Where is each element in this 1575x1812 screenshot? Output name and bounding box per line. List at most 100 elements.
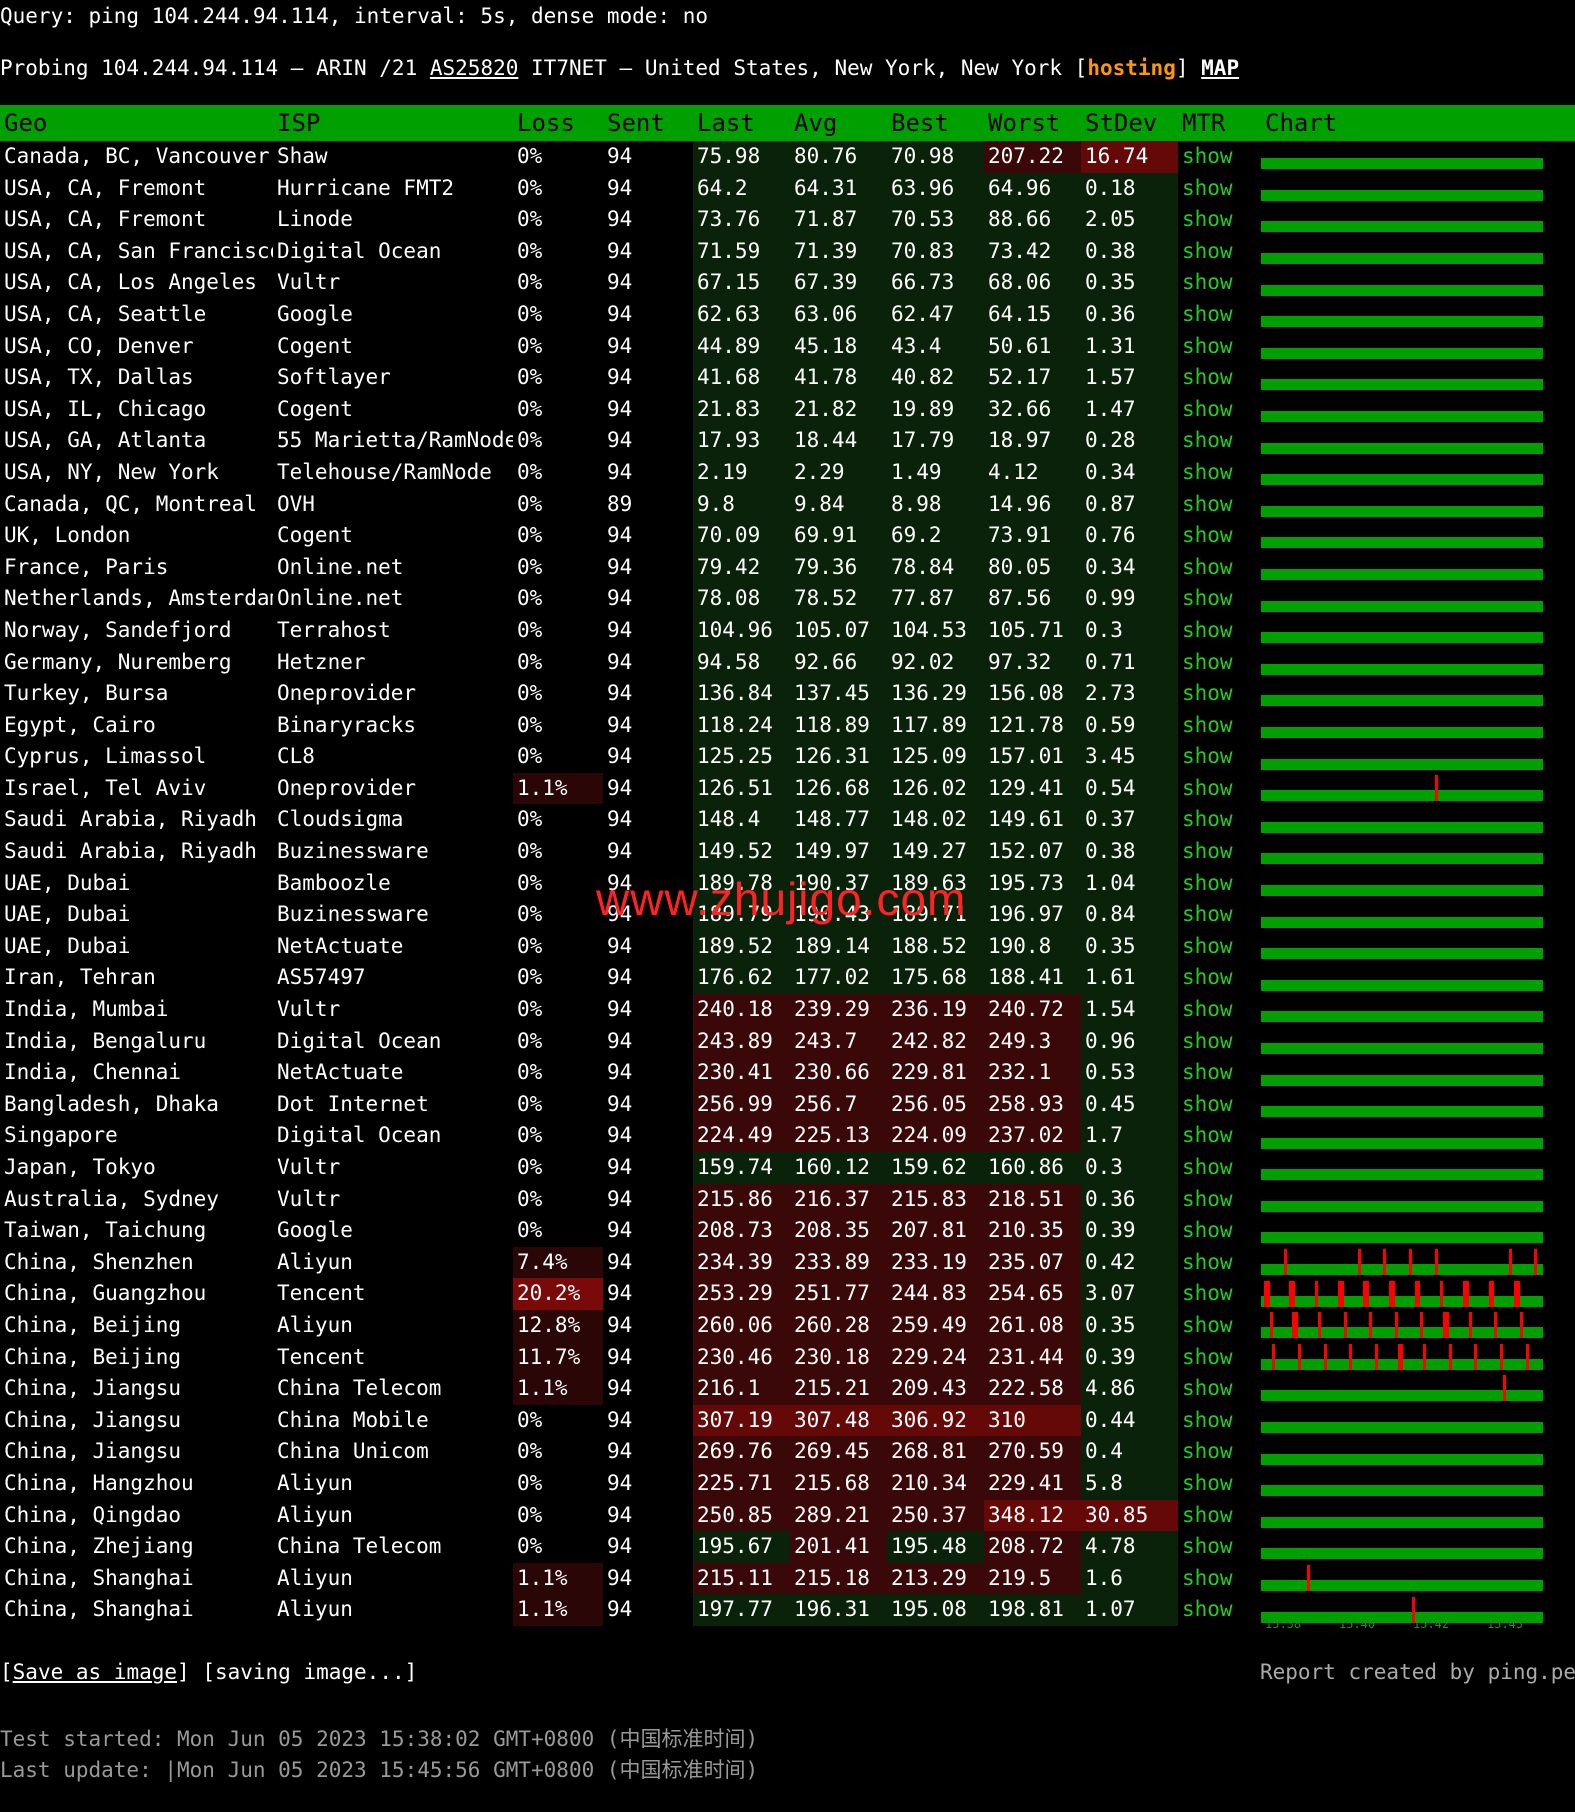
mtr-show-link[interactable]: show — [1182, 492, 1233, 516]
mtr-show-link[interactable]: show — [1182, 460, 1233, 484]
packet-loss-mark — [1341, 1280, 1344, 1307]
mtr-show-link[interactable]: show — [1182, 365, 1233, 389]
cell-stdev: 0.36 — [1081, 1183, 1178, 1216]
cell-avg: 289.21 — [790, 1499, 887, 1532]
mtr-show-link[interactable]: show — [1182, 902, 1233, 926]
mtr-show-link[interactable]: show — [1182, 428, 1233, 452]
cell-stdev: 0.3 — [1081, 1152, 1178, 1184]
cell-avg: 67.39 — [790, 267, 887, 299]
cell-geo: France, Paris — [4, 554, 169, 579]
latency-sparkline — [1261, 1137, 1543, 1149]
mtr-show-link[interactable]: show — [1182, 681, 1233, 705]
latency-sparkline — [1261, 537, 1543, 549]
cell-sent: 94 — [607, 1534, 633, 1559]
mtr-show-link[interactable]: show — [1182, 871, 1233, 895]
cell-chart — [1261, 1120, 1575, 1152]
cell-geo: China, Zhejiang — [4, 1534, 194, 1559]
mtr-show-link[interactable]: show — [1182, 1313, 1233, 1337]
map-link[interactable]: MAP — [1201, 56, 1239, 80]
cell-sent: 94 — [607, 1123, 633, 1148]
mtr-show-link[interactable]: show — [1182, 555, 1233, 579]
mtr-show-link[interactable]: show — [1182, 334, 1233, 358]
mtr-show-link[interactable]: show — [1182, 1187, 1233, 1211]
cell-mtr: show — [1178, 1531, 1261, 1563]
header-best: Best — [887, 105, 984, 141]
mtr-show-link[interactable]: show — [1182, 1250, 1233, 1274]
mtr-show-link[interactable]: show — [1182, 1534, 1233, 1558]
mtr-show-link[interactable]: show — [1182, 1155, 1233, 1179]
cell-worst: 88.66 — [984, 204, 1081, 236]
mtr-show-link[interactable]: show — [1182, 397, 1233, 421]
mtr-show-link[interactable]: show — [1182, 839, 1233, 863]
mtr-show-link[interactable]: show — [1182, 1060, 1233, 1084]
mtr-show-link[interactable]: show — [1182, 302, 1233, 326]
cell-geo: Singapore — [4, 1123, 118, 1148]
mtr-show-link[interactable]: show — [1182, 176, 1233, 200]
latency-sparkline — [1261, 1453, 1543, 1465]
mtr-show-link[interactable]: show — [1182, 618, 1233, 642]
cell-sent: 94 — [607, 1218, 633, 1243]
latency-sparkline — [1261, 758, 1543, 770]
mtr-show-link[interactable]: show — [1182, 1439, 1233, 1463]
mtr-show-link[interactable]: show — [1182, 934, 1233, 958]
mtr-show-link[interactable]: show — [1182, 1281, 1233, 1305]
cell-geo: UAE, Dubai — [4, 870, 131, 895]
mtr-show-link[interactable]: show — [1182, 523, 1233, 547]
table-row: USA, CA, San Francisco Digital Ocean 0% 94 7… — [0, 235, 1575, 268]
results-table: Geo ISP Loss Sent Last Avg Best Worst St… — [0, 105, 1575, 1626]
table-row: China, Hangzhou Aliyun 0% 94 225.71 215.68 210… — [0, 1467, 1575, 1500]
cell-worst: 235.07 — [984, 1246, 1081, 1279]
mtr-show-link[interactable]: show — [1182, 1597, 1233, 1621]
mtr-show-link[interactable]: show — [1182, 1471, 1233, 1495]
mtr-show-link[interactable]: show — [1182, 713, 1233, 737]
cell-loss: 0% — [517, 523, 543, 548]
mtr-show-link[interactable]: show — [1182, 1408, 1233, 1432]
cell-sent: 94 — [607, 712, 633, 737]
table-row: USA, CA, Fremont Hurricane FMT2 0% 94 64.2 64… — [0, 172, 1575, 205]
cell-last: 70.09 — [693, 520, 790, 552]
cell-last: 125.25 — [693, 741, 790, 773]
table-row: China, Shenzhen Aliyun 7.4% 94 234.39 233.89 2… — [0, 1246, 1575, 1279]
mtr-show-link[interactable]: show — [1182, 239, 1233, 263]
mtr-show-link[interactable]: show — [1182, 144, 1233, 168]
cell-chart — [1261, 1215, 1575, 1247]
mtr-show-link[interactable]: show — [1182, 1503, 1233, 1527]
cell-worst: 64.96 — [984, 172, 1081, 205]
mtr-show-link[interactable]: show — [1182, 650, 1233, 674]
cell-best: 195.08 — [887, 1594, 984, 1626]
mtr-show-link[interactable]: show — [1182, 1092, 1233, 1116]
mtr-show-link[interactable]: show — [1182, 1376, 1233, 1400]
mtr-show-link[interactable]: show — [1182, 807, 1233, 831]
cell-worst: 73.42 — [984, 235, 1081, 268]
latency-sparkline — [1261, 853, 1543, 865]
cell-geo: Cyprus, Limassol — [4, 744, 207, 769]
mtr-show-link[interactable]: show — [1182, 270, 1233, 294]
table-row: Netherlands, Amsterdam Online.net 0% 94 78.0… — [0, 583, 1575, 615]
mtr-show-link[interactable]: show — [1182, 776, 1233, 800]
save-as-image-link[interactable]: Save as image — [13, 1660, 177, 1684]
mtr-show-link[interactable]: show — [1182, 207, 1233, 231]
axis-tick-label: 15:45 — [1487, 1617, 1524, 1631]
results-table-wrap: Geo ISP Loss Sent Last Avg Best Worst St… — [0, 105, 1575, 1626]
mtr-show-link[interactable]: show — [1182, 1123, 1233, 1147]
cell-loss: 12.8% — [513, 1309, 603, 1342]
asn-link[interactable]: AS25820 — [430, 56, 519, 80]
cell-worst: 32.66 — [984, 393, 1081, 426]
cell-best: 229.24 — [887, 1341, 984, 1374]
mtr-show-link[interactable]: show — [1182, 1218, 1233, 1242]
cell-isp: Hetzner — [277, 649, 366, 674]
mtr-show-link[interactable]: show — [1182, 1566, 1233, 1590]
mtr-show-link[interactable]: show — [1182, 586, 1233, 610]
mtr-show-link[interactable]: show — [1182, 965, 1233, 989]
cell-chart — [1261, 773, 1575, 805]
cell-sent: 94 — [607, 807, 633, 832]
mtr-show-link[interactable]: show — [1182, 1345, 1233, 1369]
cell-last: 104.96 — [693, 614, 790, 647]
mtr-show-link[interactable]: show — [1182, 744, 1233, 768]
packet-loss-mark — [1520, 1312, 1523, 1339]
cell-isp: Terrahost — [277, 617, 391, 642]
mtr-show-link[interactable]: show — [1182, 997, 1233, 1021]
cell-isp: Linode — [277, 207, 353, 232]
table-row: China, Beijing Tencent 11.7% 94 230.46 230.18… — [0, 1341, 1575, 1374]
mtr-show-link[interactable]: show — [1182, 1029, 1233, 1053]
